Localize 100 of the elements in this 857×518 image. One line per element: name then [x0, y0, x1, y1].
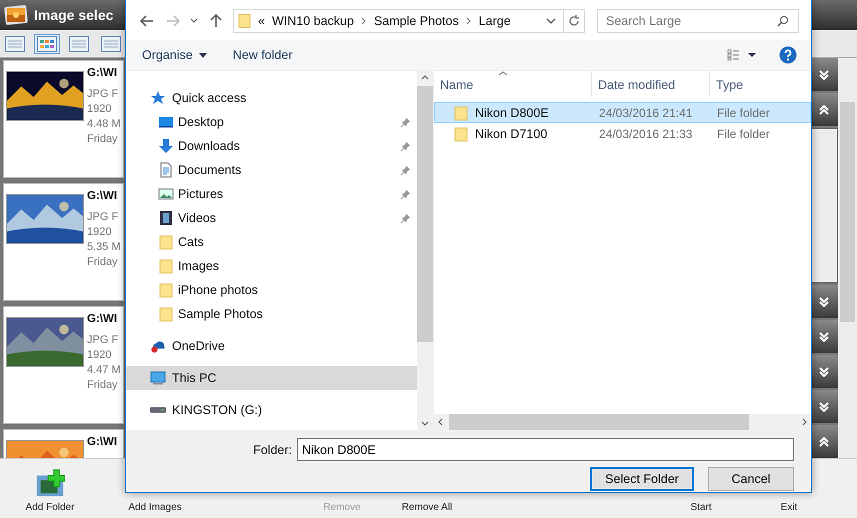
refresh-icon: [568, 15, 580, 27]
nav-item[interactable]: Pictures: [126, 182, 417, 206]
nav-item[interactable]: Cats: [126, 230, 417, 254]
scrollbar[interactable]: [434, 414, 811, 430]
scroll-button[interactable]: [810, 285, 838, 318]
toolbar-button[interactable]: Exit: [764, 502, 814, 513]
image-info: 4.47 M: [87, 364, 121, 376]
pictures-icon: [158, 186, 174, 202]
image-card[interactable]: G:\WI JPG F 1920 4.48 M Friday: [3, 60, 124, 178]
monitor-icon: [150, 370, 166, 386]
view-mode-button[interactable]: [34, 34, 60, 54]
toolbar-button[interactable]: Start: [671, 502, 731, 513]
folder-plus-icon: [35, 468, 65, 498]
double-chevron-down-icon: [819, 366, 829, 376]
desktop-icon: [158, 114, 174, 130]
folder-icon: [158, 258, 174, 274]
image-card[interactable]: G:\WI: [3, 429, 124, 458]
column-header[interactable]: Type: [710, 71, 811, 97]
image-info: JPG F: [87, 334, 120, 346]
image-info: Friday: [87, 256, 119, 268]
search-field[interactable]: Search Large: [597, 9, 800, 33]
toolbar-button[interactable]: Remove All: [382, 502, 472, 513]
file-row[interactable]: Nikon D800E 24/03/2016 21:41 File folder: [434, 102, 811, 123]
breadcrumb[interactable]: Large: [478, 14, 511, 28]
scroll-left-icon[interactable]: [438, 418, 443, 426]
cancel-button[interactable]: Cancel: [708, 467, 794, 491]
nav-item[interactable]: Videos: [126, 206, 417, 230]
view-mode-button[interactable]: [66, 34, 92, 54]
select-folder-button[interactable]: Select Folder: [590, 467, 694, 491]
toolbar-button[interactable]: Add Folder: [0, 468, 100, 513]
file-type: File folder: [716, 126, 771, 140]
scroll-down-icon[interactable]: [421, 421, 429, 426]
film-icon: [158, 210, 174, 226]
nav-item[interactable]: KINGSTON (G:): [126, 398, 417, 422]
toolbar-button[interactable]: Add Images: [100, 502, 210, 513]
photo-stack-icon: [4, 4, 28, 26]
address-bar[interactable]: « WIN10 backup Sample Photos Large: [233, 9, 586, 33]
overflow-chevron[interactable]: «: [258, 14, 265, 28]
image-info: Friday: [87, 379, 119, 391]
search-icon: [777, 15, 790, 27]
column-header[interactable]: Date modified: [592, 71, 710, 97]
scrollbar[interactable]: [838, 58, 857, 458]
help-icon[interactable]: [779, 46, 797, 64]
breadcrumb[interactable]: WIN10 backup: [272, 14, 354, 28]
download-arrow-icon: [158, 138, 174, 154]
double-chevron-down-icon: [819, 70, 829, 80]
nav-item[interactable]: Downloads: [126, 134, 417, 158]
file-name: Nikon D800E: [475, 106, 549, 120]
nav-item[interactable]: This PC: [126, 366, 417, 390]
scroll-button[interactable]: [810, 355, 838, 388]
nav-item[interactable]: Sample Photos: [126, 302, 417, 326]
nav-item[interactable]: Images: [126, 254, 417, 278]
file-type: File folder: [716, 106, 771, 120]
file-path: G:\WI: [87, 190, 118, 202]
double-chevron-down-icon: [819, 296, 829, 306]
nav-item[interactable]: OneDrive: [126, 334, 417, 358]
view-options-button[interactable]: [727, 49, 757, 61]
scroll-button[interactable]: [810, 425, 838, 458]
organise-menu[interactable]: Organise: [136, 44, 213, 66]
scroll-button[interactable]: [810, 320, 838, 353]
new-folder-button[interactable]: New folder: [226, 44, 298, 66]
view-mode-button[interactable]: [98, 34, 124, 54]
breadcrumb[interactable]: Sample Photos: [374, 14, 459, 28]
nav-item[interactable]: Documents: [126, 158, 417, 182]
image-card[interactable]: G:\WI JPG F 1920 4.47 M Friday: [3, 306, 124, 424]
file-path: G:\WI: [87, 67, 118, 79]
scroll-up-icon[interactable]: [421, 75, 429, 80]
image-info: JPG F: [87, 211, 120, 223]
double-chevron-down-icon: [819, 402, 829, 412]
folder-icon: [238, 13, 252, 29]
image-info: 1920: [87, 103, 112, 115]
view-mode-button[interactable]: [2, 34, 28, 54]
scroll-right-icon[interactable]: [802, 418, 807, 426]
folder-icon: [453, 126, 469, 142]
image-info: 5.35 M: [87, 241, 121, 253]
nav-item[interactable]: iPhone photos: [126, 278, 417, 302]
image-info: 1920: [87, 226, 112, 238]
up-arrow-icon: [210, 14, 222, 28]
double-chevron-up-icon: [819, 104, 829, 114]
chevron-down-icon: [190, 18, 198, 24]
date-modified: 24/03/2016 21:33: [598, 126, 694, 140]
folder-icon: [158, 234, 174, 250]
chevron-down-icon[interactable]: [546, 18, 556, 24]
double-chevron-up-icon: [819, 436, 829, 446]
file-row[interactable]: Nikon D7100 24/03/2016 21:33 File folder: [434, 123, 811, 144]
image-card[interactable]: G:\WI JPG F 1920 5.35 M Friday: [3, 183, 124, 301]
folder-input[interactable]: Nikon D800E: [297, 438, 794, 461]
folder-icon: [158, 306, 174, 322]
nav-item[interactable]: Quick access: [126, 86, 417, 110]
scrollbar[interactable]: [417, 71, 433, 430]
scroll-button[interactable]: [810, 390, 838, 423]
scroll-button[interactable]: [810, 93, 838, 126]
scroll-button[interactable]: [810, 58, 838, 91]
document-icon: [158, 162, 174, 178]
file-path: G:\WI: [87, 436, 118, 448]
image-info: 1920: [87, 349, 112, 361]
details-view-icon: [727, 49, 757, 61]
nav-item[interactable]: Desktop: [126, 110, 417, 134]
file-name: Nikon D7100: [475, 126, 548, 140]
column-header[interactable]: Name: [434, 71, 592, 97]
